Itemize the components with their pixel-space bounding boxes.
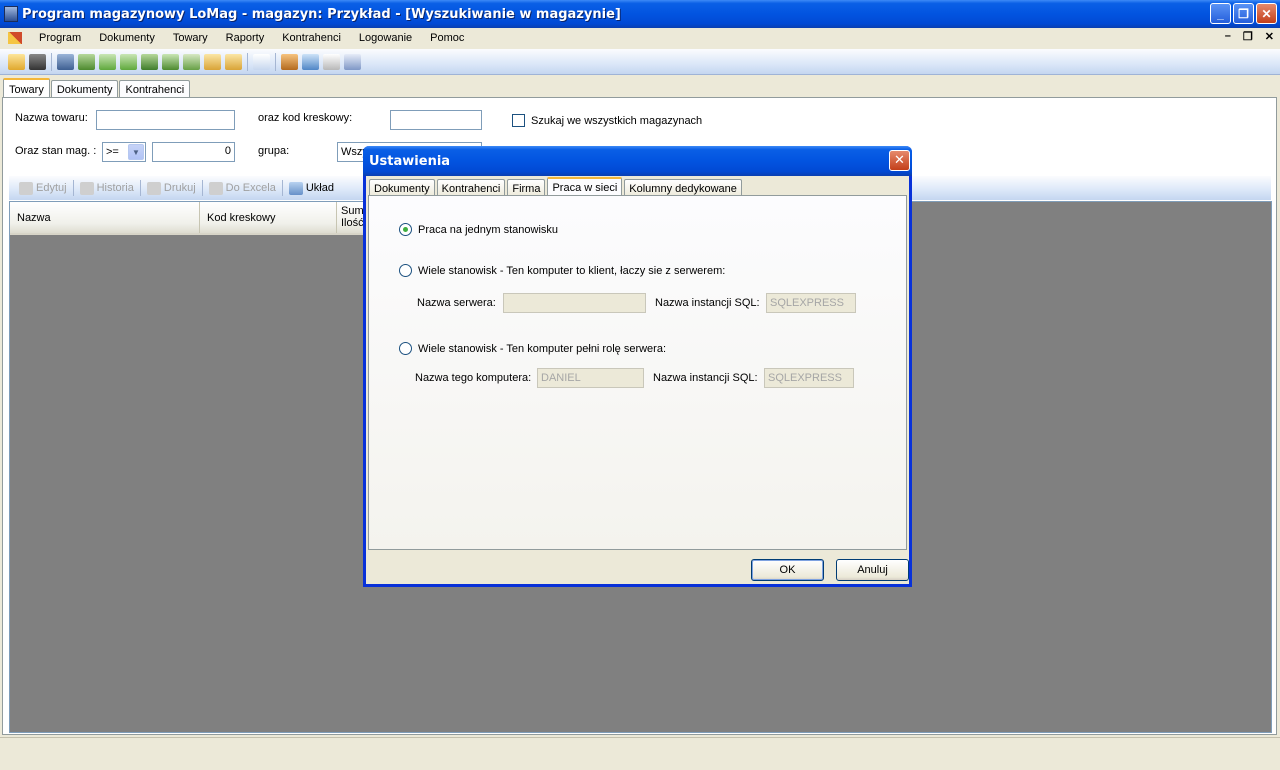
menu-towary[interactable]: Towary bbox=[164, 32, 217, 44]
package-edit-icon[interactable] bbox=[225, 53, 242, 70]
menu-raporty[interactable]: Raporty bbox=[217, 32, 274, 44]
server-radio[interactable] bbox=[399, 342, 412, 355]
truck-icon[interactable] bbox=[57, 53, 74, 70]
stan-operator-select[interactable]: >= ▼ bbox=[102, 142, 146, 162]
chevron-down-icon[interactable]: ▼ bbox=[128, 144, 144, 160]
nazwa-input[interactable] bbox=[96, 110, 235, 130]
printer-icon bbox=[146, 181, 161, 195]
ok-button[interactable]: OK bbox=[751, 559, 824, 581]
menu-kontrahenci[interactable]: Kontrahenci bbox=[273, 32, 350, 44]
stan-operator-value: >= bbox=[106, 146, 119, 158]
binoculars-icon[interactable] bbox=[29, 53, 46, 70]
package-icon[interactable] bbox=[204, 53, 221, 70]
stan-value-input[interactable]: 0 bbox=[152, 142, 235, 162]
sql-instance2-label: Nazwa instancji SQL: bbox=[653, 372, 758, 384]
title-bar: Program magazynowy LoMag - magazyn: Przy… bbox=[0, 0, 1280, 28]
menu-dokumenty[interactable]: Dokumenty bbox=[90, 32, 164, 44]
single-station-label: Praca na jednym stanowisku bbox=[418, 224, 559, 236]
box-icon[interactable] bbox=[281, 53, 298, 70]
minimize-button[interactable]: _ bbox=[1210, 3, 1231, 24]
mdi-close-icon[interactable]: ✕ bbox=[1265, 30, 1274, 43]
expand-icon[interactable] bbox=[99, 53, 116, 70]
edit-button[interactable]: Edytuj bbox=[15, 181, 71, 195]
document-icon[interactable] bbox=[323, 53, 340, 70]
column-header-nazwa[interactable]: Nazwa bbox=[10, 202, 200, 233]
grupa-label: grupa: bbox=[258, 145, 290, 157]
mdi-restore-icon[interactable]: ❐ bbox=[1243, 30, 1253, 43]
settings-icon[interactable] bbox=[302, 53, 319, 70]
main-toolbar bbox=[0, 49, 1280, 75]
kod-label: oraz kod kreskowy: bbox=[258, 112, 353, 124]
tab-praca-w-sieci[interactable]: Praca w sieci bbox=[547, 177, 623, 197]
nazwa-label: Nazwa towaru: bbox=[15, 112, 88, 124]
app-icon bbox=[4, 6, 18, 22]
kod-input[interactable] bbox=[390, 110, 482, 130]
settings-dialog: Ustawienia ✕ Dokumenty Kontrahenci Firma… bbox=[363, 146, 912, 587]
tab-towary[interactable]: Towary bbox=[3, 78, 50, 99]
layout-icon bbox=[288, 181, 303, 195]
server-name-label: Nazwa serwera: bbox=[417, 297, 496, 309]
cancel-button[interactable]: Anuluj bbox=[836, 559, 909, 581]
sql-instance-label: Nazwa instancji SQL: bbox=[655, 297, 760, 309]
status-bar bbox=[0, 737, 1280, 770]
mdi-minimize-icon[interactable]: – bbox=[1225, 30, 1231, 43]
client-label: Wiele stanowisk - Ten komputer to klient… bbox=[418, 265, 726, 277]
dialog-close-button[interactable]: ✕ bbox=[889, 150, 910, 171]
excel-button[interactable]: Do Excela bbox=[205, 181, 280, 195]
note-icon[interactable] bbox=[253, 53, 270, 70]
receive-icon[interactable] bbox=[78, 53, 95, 70]
dialog-title: Ustawienia ✕ bbox=[363, 146, 912, 176]
refresh-icon[interactable] bbox=[162, 53, 179, 70]
window-title: Program magazynowy LoMag - magazyn: Przy… bbox=[22, 6, 621, 22]
column-header-kod[interactable]: Kod kreskowy bbox=[200, 202, 337, 233]
server-label: Wiele stanowisk - Ten komputer pełni rol… bbox=[418, 343, 667, 355]
menu-logowanie[interactable]: Logowanie bbox=[350, 32, 421, 44]
history-button[interactable]: Historia bbox=[76, 181, 138, 195]
server-name-input[interactable] bbox=[503, 293, 646, 313]
money-icon[interactable] bbox=[183, 53, 200, 70]
menu-pomoc[interactable]: Pomoc bbox=[421, 32, 473, 44]
menu-bar: Program Dokumenty Towary Raporty Kontrah… bbox=[0, 28, 1280, 48]
open-folder-icon[interactable] bbox=[8, 53, 25, 70]
history-icon bbox=[79, 181, 94, 195]
client-radio[interactable] bbox=[399, 264, 412, 277]
sql-instance2-input[interactable]: SQLEXPRESS bbox=[764, 368, 854, 388]
stan-label: Oraz stan mag. : bbox=[15, 145, 97, 157]
restore-button[interactable]: ❐ bbox=[1233, 3, 1254, 24]
dialog-tabs: Dokumenty Kontrahenci Firma Praca w siec… bbox=[369, 177, 744, 197]
mdi-child-icon[interactable] bbox=[8, 32, 22, 44]
all-stores-checkbox[interactable] bbox=[512, 114, 525, 127]
print-button[interactable]: Drukuj bbox=[143, 181, 200, 195]
computer-name-label: Nazwa tego komputera: bbox=[415, 372, 532, 384]
main-tabs: Towary Dokumenty Kontrahenci bbox=[3, 78, 191, 99]
tree-icon[interactable] bbox=[141, 53, 158, 70]
pencil-icon bbox=[19, 181, 33, 195]
collapse-icon[interactable] bbox=[120, 53, 137, 70]
chart-icon[interactable] bbox=[344, 53, 361, 70]
network-panel: Praca na jednym stanowisku Wiele stanowi… bbox=[368, 195, 907, 550]
menu-program[interactable]: Program bbox=[30, 32, 90, 44]
excel-icon bbox=[208, 181, 223, 195]
single-station-radio[interactable] bbox=[399, 223, 412, 236]
grid-header: Nazwa Kod kreskowy Sum Ilość bbox=[10, 202, 365, 235]
column-header-sum[interactable]: Sum Ilość bbox=[337, 202, 365, 233]
close-window-button[interactable]: ✕ bbox=[1256, 3, 1277, 24]
all-stores-label: Szukaj we wszystkich magazynach bbox=[531, 115, 703, 127]
layout-button[interactable]: Układ bbox=[285, 181, 338, 195]
computer-name-input[interactable]: DANIEL bbox=[537, 368, 644, 388]
sql-instance-input[interactable]: SQLEXPRESS bbox=[766, 293, 856, 313]
